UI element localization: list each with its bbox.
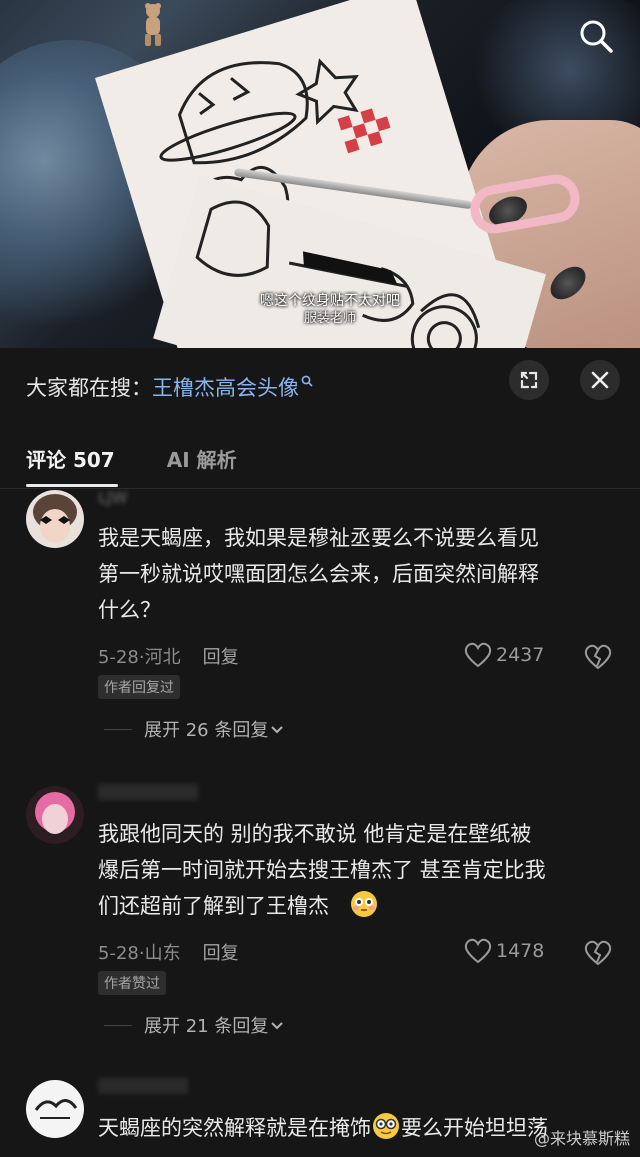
heart-icon: [464, 642, 492, 668]
broken-heart-icon[interactable]: [584, 940, 612, 966]
search-icon[interactable]: [578, 18, 614, 54]
avatar-image: [26, 490, 84, 548]
heart-icon: [464, 938, 492, 964]
weibo-watermark: @来块慕斯糕: [533, 1129, 630, 1148]
comment-meta: 5-28·河北 回复: [98, 647, 239, 668]
avatar[interactable]: [26, 786, 84, 844]
expand-icon: [520, 371, 538, 389]
avatar[interactable]: [26, 490, 84, 548]
comment-location: 山东: [144, 943, 181, 964]
comment-line: 们还超前了解到了王橹杰: [98, 888, 618, 924]
trending-search-keyword[interactable]: 王橹杰高会头像: [152, 376, 299, 400]
comment-line-text: 们还超前了解到了王橹杰: [98, 894, 329, 918]
author-liked-badge: 作者赞过: [98, 971, 166, 995]
like-count: 1478: [496, 940, 545, 962]
flushed-emoji-icon: [351, 891, 378, 917]
comment-line-part: 要么开始坦坦荡: [401, 1116, 548, 1140]
trending-search-prefix: 大家都在搜：: [26, 376, 152, 400]
comment-date: 5-28: [98, 647, 139, 668]
avatar-image: [26, 1080, 84, 1138]
comment-line: 我跟他同天的 别的我不敢说 他肯定是在壁纸被: [98, 822, 532, 846]
video-player[interactable]: 嗯这个纹身贴不太对吧 服装老师: [0, 0, 640, 348]
search-small-icon: [301, 375, 313, 387]
comment-line: 第一秒就说哎嘿面团怎么会来，后面突然间解释: [98, 562, 539, 586]
expand-replies-label: 展开 21 条回复: [144, 1016, 269, 1037]
video-subtitle-speaker: 服装老师: [303, 311, 356, 326]
expand-replies-button[interactable]: 展开 26 条回复: [104, 716, 286, 742]
expand-replies-label: 展开 26 条回复: [144, 720, 269, 741]
reply-button[interactable]: 回复: [203, 647, 239, 668]
trending-search[interactable]: 大家都在搜：王橹杰高会头像: [26, 372, 313, 402]
comment-date: 5-28: [98, 943, 139, 964]
expand-line: [104, 728, 132, 730]
comment-line: 我是天蝎座，我如果是穆祉丞要么不说要么看见: [98, 526, 539, 550]
like-count: 2437: [496, 644, 545, 666]
tab-comments-label: 评论 507: [26, 448, 115, 472]
comment-location: 河北: [144, 647, 181, 668]
tab-ai-analysis[interactable]: AI 解析: [167, 444, 237, 473]
chevron-down-icon: [271, 1022, 284, 1030]
comment-text: 我是天蝎座，我如果是穆祉丞要么不说要么看见 第一秒就说哎嘿面团怎么会来，后面突然…: [98, 520, 618, 628]
comment-line: 什么？: [98, 598, 161, 622]
tab-comments[interactable]: 评论 507: [26, 444, 118, 487]
comment-meta: 5-28·山东 回复: [98, 943, 239, 964]
comment-text: 我跟他同天的 别的我不敢说 他肯定是在壁纸被 爆后第一时间就开始去搜王橹杰了 甚…: [98, 816, 618, 924]
comment-panel: 大家都在搜：王橹杰高会头像 评论 507 AI 解析 LJW 我是天蝎座，我如果…: [0, 348, 640, 1157]
tabs-divider: [0, 488, 640, 489]
bear-sticker-icon: [145, 3, 161, 46]
fullscreen-button[interactable]: [509, 360, 549, 400]
like-button[interactable]: 1478: [464, 938, 544, 964]
nerd-emoji-icon: [373, 1113, 399, 1139]
broken-heart-icon[interactable]: [584, 644, 612, 670]
tab-underline: [26, 484, 118, 487]
like-button[interactable]: 2437: [464, 642, 544, 668]
comment-line-part: 天蝎座的突然解释就是在掩饰: [98, 1116, 371, 1140]
chevron-down-icon: [271, 726, 284, 734]
username[interactable]: [98, 1078, 188, 1094]
author-replied-badge: 作者回复过: [98, 675, 180, 699]
close-button[interactable]: [580, 360, 620, 400]
expand-replies-button[interactable]: 展开 21 条回复: [104, 1012, 286, 1038]
comment-line: 爆后第一时间就开始去搜王橹杰了 甚至肯定比我: [98, 858, 546, 882]
reply-button[interactable]: 回复: [203, 943, 239, 964]
username[interactable]: LJW: [98, 488, 127, 507]
avatar-image: [26, 786, 84, 844]
comment-tabs: 评论 507 AI 解析: [26, 444, 237, 487]
avatar[interactable]: [26, 1080, 84, 1138]
close-icon: [591, 371, 609, 389]
expand-line: [104, 1024, 132, 1026]
username[interactable]: [98, 784, 198, 800]
